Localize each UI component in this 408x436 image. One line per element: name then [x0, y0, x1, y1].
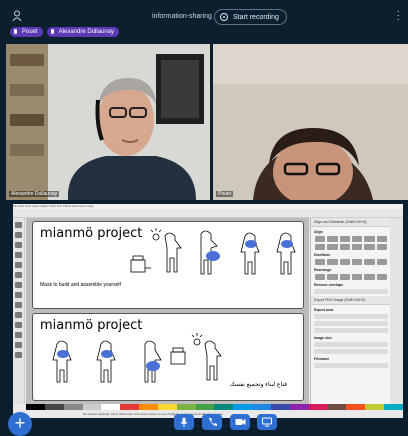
- drawing-canvas[interactable]: mianmö project Mask to build and assembl…: [26, 218, 309, 404]
- panel-section-rearrange: Rearrange: [314, 268, 332, 272]
- hangup-button[interactable]: [202, 414, 222, 430]
- participant-name: Pouet: [22, 29, 38, 35]
- figure-illustrations: [52, 333, 222, 383]
- camera-button[interactable]: [230, 414, 250, 430]
- user-icon[interactable]: [12, 10, 22, 22]
- room-title: information-sharing: [152, 13, 212, 20]
- microphone-button[interactable]: [174, 414, 194, 430]
- record-icon: [220, 13, 228, 21]
- document-page: mianmö project Mask to build and assembl…: [32, 221, 304, 309]
- panel-section-distribute: Distribute: [314, 253, 331, 257]
- top-bar: information-sharing Start recording · · · …: [0, 0, 408, 40]
- overlap-controls[interactable]: [314, 289, 388, 294]
- video-frame: [213, 44, 408, 200]
- docked-dialog-panel[interactable]: Align and Distribute (Shift+Ctrl+A) Alig…: [310, 218, 391, 404]
- image-size-fields[interactable]: [314, 349, 388, 354]
- microphone-icon: [14, 29, 17, 34]
- rearrange-buttons[interactable]: [315, 274, 387, 280]
- distribute-buttons[interactable]: [315, 259, 387, 265]
- video-tile[interactable]: Pouet: [213, 44, 408, 200]
- video-tile[interactable]: Alexandre Dullaunay: [6, 44, 210, 200]
- align-buttons[interactable]: [315, 244, 387, 250]
- panel-section-overlaps: Remove overlaps: [314, 283, 343, 287]
- tool-icons: [15, 222, 22, 358]
- participant-pill: Alexandre Dullaunay: [46, 27, 120, 37]
- align-dialog-header: Align and Distribute (Shift+Ctrl+A): [311, 218, 391, 227]
- align-buttons[interactable]: [315, 236, 387, 242]
- participant-name: Pouet: [216, 191, 234, 197]
- speaking-participants: Pouet Alexandre Dullaunay: [10, 27, 120, 37]
- plus-icon[interactable]: +: [8, 412, 32, 436]
- export-coords[interactable]: [314, 328, 388, 333]
- image-size-fields[interactable]: [314, 342, 388, 347]
- filename-field[interactable]: [314, 363, 388, 368]
- phone-icon: [209, 418, 217, 426]
- commands-sidebar[interactable]: [390, 218, 403, 404]
- participant-pill: Pouet: [10, 27, 43, 37]
- figure-illustrations: [130, 228, 296, 275]
- export-area-tabs[interactable]: [314, 314, 388, 319]
- start-recording-button[interactable]: Start recording: [214, 9, 287, 25]
- panel-section-image-size: Image size: [314, 336, 332, 340]
- microphone-icon: [50, 29, 54, 34]
- tools-sidebar[interactable]: [13, 218, 25, 404]
- export-dialog-header: Export PNG Image (Shift+Ctrl+E): [311, 296, 391, 305]
- camera-icon: [235, 419, 246, 425]
- panel-section-filename: Filename: [314, 357, 330, 361]
- screen-share-icon: [262, 417, 272, 427]
- more-options-icon[interactable]: · · ·: [397, 7, 400, 25]
- shared-screen[interactable]: File Edit View Layer Object Path Text Fi…: [13, 204, 403, 418]
- app-toolbar[interactable]: [13, 209, 403, 218]
- panel-section-export-area: Export area: [314, 308, 334, 312]
- panel-section-align: Align: [314, 230, 323, 234]
- microphone-icon: [180, 417, 188, 427]
- export-coords[interactable]: [314, 321, 388, 326]
- document-page: mianmö project قناع لبناء وتجميع نفسك: [32, 313, 304, 401]
- video-frame: [6, 44, 210, 200]
- screen-share-button[interactable]: [257, 414, 277, 430]
- participant-name: Alexandre Dullaunay: [9, 191, 60, 197]
- participant-name: Alexandre Dullaunay: [58, 29, 115, 35]
- record-label: Start recording: [233, 14, 279, 21]
